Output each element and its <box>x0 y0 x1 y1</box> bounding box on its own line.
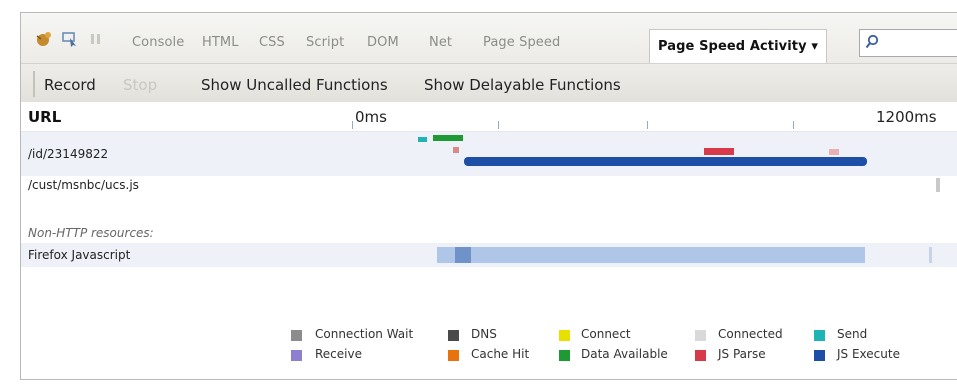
legend-swatch <box>814 330 825 341</box>
pause-icon[interactable] <box>87 30 105 48</box>
toolbar: Record Stop Show Uncalled Functions Show… <box>21 63 957 103</box>
legend-swatch <box>559 350 570 361</box>
js-execute-bar <box>464 157 867 166</box>
resource-row[interactable]: /id/23149822 <box>21 132 957 176</box>
timeline-end-label: 1200ms <box>876 108 937 126</box>
tab-page-speed-activity[interactable]: Page Speed Activity ▾ <box>649 29 827 64</box>
inspect-icon[interactable] <box>61 30 79 48</box>
legend-label: Cache Hit <box>471 347 530 361</box>
tab-html[interactable]: HTML <box>202 35 239 50</box>
resource-row[interactable]: /cust/msnbc/ucs.js <box>21 176 957 213</box>
timeline-tick <box>793 121 794 129</box>
tab-script[interactable]: Script <box>306 35 344 50</box>
js-execute-bar <box>437 247 865 263</box>
search-icon <box>865 34 879 49</box>
send-bar <box>418 137 427 142</box>
tab-net[interactable]: Net <box>429 35 452 50</box>
tab-bar: Console HTML CSS Script DOM Net Page Spe… <box>21 13 957 64</box>
timeline-tick <box>352 121 353 129</box>
legend-swatch <box>448 350 459 361</box>
timeline-header: URL 0ms 1200ms <box>21 102 957 132</box>
stop-button[interactable]: Stop <box>123 76 157 94</box>
tab-page-speed[interactable]: Page Speed <box>483 35 560 50</box>
legend-swatch <box>291 330 302 341</box>
show-delayable-functions-button[interactable]: Show Delayable Functions <box>424 76 621 94</box>
legend-swatch <box>695 330 706 341</box>
search-input[interactable] <box>859 29 957 57</box>
legend-label: Connected <box>718 327 783 341</box>
resource-row[interactable]: Firefox Javascript <box>21 243 957 267</box>
js-parse-bar <box>453 147 459 153</box>
resource-url: /cust/msnbc/ucs.js <box>28 178 139 192</box>
data-available-bar <box>433 135 463 141</box>
show-uncalled-functions-button[interactable]: Show Uncalled Functions <box>201 76 388 94</box>
legend-label: DNS <box>471 327 497 341</box>
js-parse-bar <box>704 148 734 155</box>
timeline-tick <box>647 121 648 129</box>
toolbar-separator <box>33 71 35 97</box>
legend-label: Receive <box>315 347 362 361</box>
js-parse-bar <box>829 149 839 155</box>
legend-label: JS Parse <box>718 347 766 361</box>
legend-label: Connect <box>581 327 631 341</box>
legend-swatch <box>448 330 459 341</box>
tab-console[interactable]: Console <box>132 35 184 50</box>
tab-dom[interactable]: DOM <box>367 35 399 50</box>
resource-url: Firefox Javascript <box>28 248 131 262</box>
js-execute-bar <box>455 247 471 263</box>
legend-label: JS Execute <box>837 347 900 361</box>
legend-swatch <box>291 350 302 361</box>
record-button[interactable]: Record <box>44 76 96 94</box>
tab-css[interactable]: CSS <box>259 35 285 50</box>
legend-label: Data Available <box>581 347 668 361</box>
legend-label: Send <box>837 327 868 341</box>
legend-swatch <box>695 350 706 361</box>
js-execute-bar <box>929 247 932 263</box>
non-http-section-label: Non-HTTP resources: <box>28 226 154 240</box>
timeline-start-label: 0ms <box>355 108 387 126</box>
resource-url: /id/23149822 <box>28 147 109 161</box>
legend-swatch <box>559 330 570 341</box>
section-heading-row: Non-HTTP resources: <box>21 213 957 240</box>
legend-swatch <box>814 350 825 361</box>
firebug-icon[interactable] <box>35 30 53 48</box>
page-speed-panel: Console HTML CSS Script DOM Net Page Spe… <box>20 12 957 380</box>
legend-label: Connection Wait <box>315 327 414 341</box>
url-column-header: URL <box>28 108 62 126</box>
timeline-tick <box>498 121 499 129</box>
connected-bar <box>936 178 940 192</box>
